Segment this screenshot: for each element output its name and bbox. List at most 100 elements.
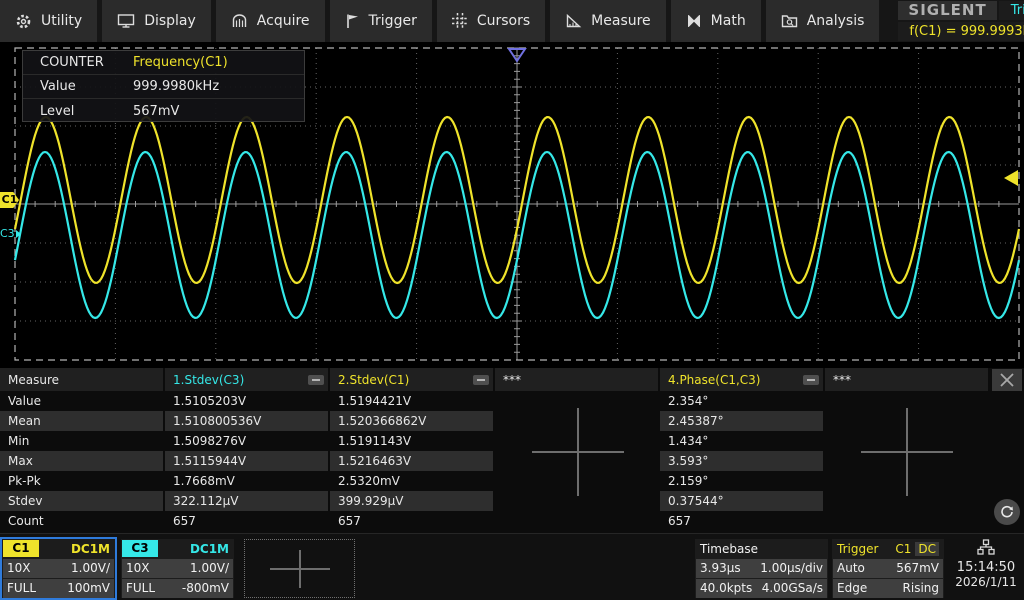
channel3-descriptor-box[interactable]: C3 DC1M 10X1.00V/ FULL-800mV <box>121 539 234 598</box>
counter-title: COUNTER <box>23 55 133 70</box>
network-icon[interactable] <box>977 539 995 558</box>
remove-measurement-button[interactable] <box>473 375 489 385</box>
channel1-badge: C1 <box>3 540 39 557</box>
measure-header-row: Measure 1.Stdev(C3) 2.Stdev(C1) *** 4.Phase(… <box>0 368 1024 391</box>
measure-row-label: Stdev <box>0 491 165 511</box>
trigger-coupling: DC <box>915 542 939 556</box>
counter-level-value: 567mV <box>133 104 179 119</box>
trigger-status-badge: Trig'd <box>999 1 1024 20</box>
trigger-level-marker[interactable] <box>1004 170 1018 186</box>
add-channel-plus-icon <box>270 550 330 588</box>
measure-row-label: Min <box>0 431 165 451</box>
measure-column-title: 1.Stdev(C3) <box>173 373 244 387</box>
trigger-source: C1 <box>895 542 911 556</box>
cursors-icon <box>452 13 468 29</box>
trigger-title: Trigger <box>837 542 878 556</box>
menu-item-display[interactable]: Display <box>102 0 211 42</box>
channel3-badge: C3 <box>122 540 158 557</box>
measure-column-title: 2.Stdev(C1) <box>338 373 409 387</box>
measure-row-label: Pk-Pk <box>0 471 165 491</box>
counter-overlay: COUNTER Frequency(C1) Value 999.9980kHz … <box>22 50 305 122</box>
measure-panel-title: Measure <box>0 368 165 391</box>
acquire-icon <box>231 13 248 29</box>
measure-value-cell: 3.593° <box>660 451 825 471</box>
measure-icon <box>565 13 582 29</box>
measure-row-label: Count <box>0 511 165 531</box>
menu-item-measure[interactable]: Measure <box>550 0 666 42</box>
menu-item-utility[interactable]: Utility <box>0 0 97 42</box>
measure-row-label: Max <box>0 451 165 471</box>
measure-column-title: *** <box>503 373 521 387</box>
channel3-coupling: DC1M <box>190 542 234 556</box>
timebase-box[interactable]: Timebase 3.93µs1.00µs/div 40.0kpts4.00GS… <box>695 539 828 598</box>
gear-icon <box>15 13 32 30</box>
clock-time: 15:14:50 <box>957 560 1015 575</box>
measure-value-cell: 1.5105203V <box>165 391 330 411</box>
oscilloscope-screen: Utility Display Acquire Trigger Cursors Measu… <box>0 0 1024 600</box>
menu-item-analysis[interactable]: Analysis <box>766 0 880 42</box>
channel3-arrow-icon <box>16 230 21 238</box>
measure-value-cell: 1.5191143V <box>330 431 495 451</box>
remove-measurement-button[interactable] <box>803 375 819 385</box>
measure-column-header-2[interactable]: 2.Stdev(C1) <box>330 368 495 391</box>
menu-item-trigger[interactable]: Trigger <box>330 0 432 42</box>
channel1-descriptor-box[interactable]: C1 DC1M 10X1.00V/ FULL100mV <box>2 539 115 598</box>
measure-value-cell: 322.112µV <box>165 491 330 511</box>
measure-column-title: *** <box>833 373 851 387</box>
display-icon <box>117 13 135 29</box>
measure-value-cell: 2.159° <box>660 471 825 491</box>
close-icon <box>999 372 1015 388</box>
counter-value: 999.9980kHz <box>133 79 219 94</box>
measure-value-cell: 657 <box>330 511 495 531</box>
measure-column-header-1[interactable]: 1.Stdev(C3) <box>165 368 330 391</box>
flag-icon <box>345 13 360 29</box>
measure-panel: Measure 1.Stdev(C3) 2.Stdev(C1) *** 4.Phase(… <box>0 368 1024 533</box>
add-channel-box[interactable] <box>244 539 355 598</box>
math-icon <box>686 13 702 29</box>
menu-item-label: Cursors <box>477 13 530 29</box>
clock-date: 2026/1/11 <box>955 575 1017 589</box>
menu-item-acquire[interactable]: Acquire <box>216 0 325 42</box>
measure-column-header-3[interactable]: *** <box>495 368 660 391</box>
measure-statistics-reset-button[interactable] <box>994 499 1020 525</box>
remove-measurement-button[interactable] <box>308 375 324 385</box>
menu-item-label: Math <box>711 13 746 29</box>
menu-item-math[interactable]: Math <box>671 0 761 42</box>
menu-item-label: Measure <box>591 13 651 29</box>
timebase-title: Timebase <box>695 539 828 558</box>
brand-block: SIGLENT Trig'd f(C1) = 999.9993kHz <box>898 0 1024 42</box>
measure-column-header-5[interactable]: *** <box>825 368 990 391</box>
frequency-counter-readout: f(C1) = 999.9993kHz <box>898 22 1024 41</box>
menu-item-label: Utility <box>41 13 82 29</box>
measure-value-cell: 1.5216463V <box>330 451 495 471</box>
measure-value-cell: 2.5320mV <box>330 471 495 491</box>
menu-item-label: Analysis <box>807 13 865 29</box>
measure-value-cell: 0.37544° <box>660 491 825 511</box>
menu-item-label: Display <box>144 13 196 29</box>
trigger-box[interactable]: Trigger C1 DC Auto567mV EdgeRising <box>832 539 944 598</box>
measure-value-cell: 657 <box>165 511 330 531</box>
measure-value-cell: 1.5194421V <box>330 391 495 411</box>
measure-value-cell: 1.5098276V <box>165 431 330 451</box>
siglent-logo: SIGLENT <box>898 1 996 20</box>
menu-item-label: Trigger <box>369 13 417 29</box>
add-measurement-button[interactable] <box>861 408 953 496</box>
menu-item-cursors[interactable]: Cursors <box>437 0 545 42</box>
measure-value-cell <box>825 511 990 531</box>
measure-column-header-4[interactable]: 4.Phase(C1,C3) <box>660 368 825 391</box>
waveform-display[interactable]: COUNTER Frequency(C1) Value 999.9980kHz … <box>0 42 1024 368</box>
counter-value-label: Value <box>23 79 133 94</box>
measure-value-cell: 1.434° <box>660 431 825 451</box>
measure-value-cell: 399.929µV <box>330 491 495 511</box>
menu-bar: Utility Display Acquire Trigger Cursors Measu… <box>0 0 1024 42</box>
measure-close-button[interactable] <box>992 369 1022 391</box>
analysis-icon <box>781 13 798 29</box>
measure-value-cell: 1.510800536V <box>165 411 330 431</box>
refresh-icon <box>999 504 1015 520</box>
measure-row-label: Mean <box>0 411 165 431</box>
add-measurement-button[interactable] <box>532 408 624 496</box>
measure-value-cell: 657 <box>660 511 825 531</box>
channel1-coupling: DC1M <box>71 542 115 556</box>
channel3-position-marker[interactable]: C3 <box>0 227 21 240</box>
measure-value-cell: 1.7668mV <box>165 471 330 491</box>
